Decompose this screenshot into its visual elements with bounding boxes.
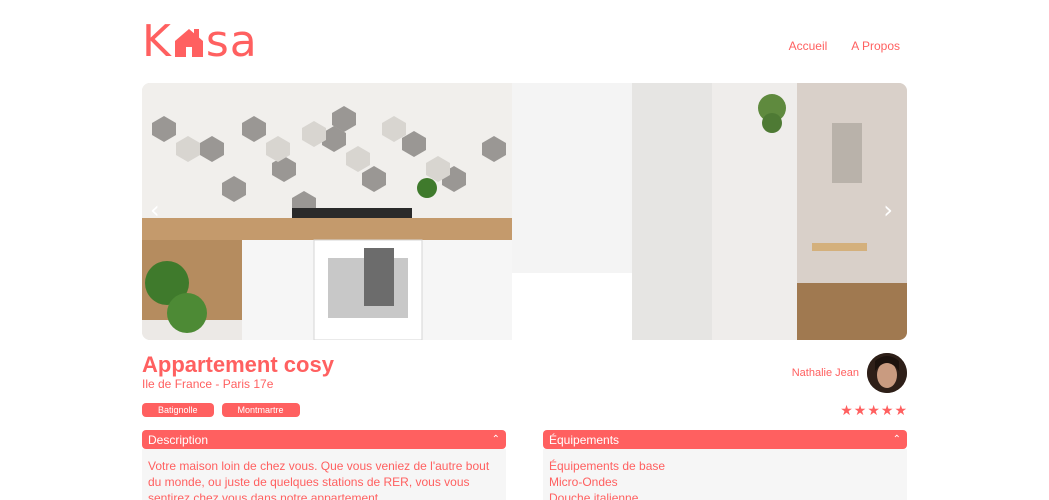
host-name: Nathalie Jean	[791, 367, 859, 379]
chevron-up-icon[interactable]: ⌃	[893, 434, 901, 445]
logo-letters-sa: sa	[205, 16, 258, 67]
main-nav: Accueil A Propos	[789, 39, 900, 53]
chevron-right-icon[interactable]: ›	[883, 198, 893, 222]
equipment-header[interactable]: Équipements ⌃	[543, 430, 907, 449]
slide-counter: 3/5	[517, 317, 532, 328]
avatar	[867, 353, 907, 393]
house-icon	[174, 29, 203, 57]
chevron-up-icon[interactable]: ⌃	[492, 434, 500, 445]
description-header[interactable]: Description ⌃	[142, 430, 506, 449]
tag-list: Batignolle Montmartre	[142, 403, 300, 417]
list-item: Douche italienne	[549, 491, 639, 500]
star-icon: ★	[840, 402, 853, 418]
equipment-collapse: Équipements ⌃ Équipements de base Micro-…	[543, 430, 907, 500]
description-collapse: Description ⌃ Votre maison loin de chez …	[142, 430, 506, 500]
description-title: Description	[148, 432, 209, 447]
list-item: Équipements de base	[549, 459, 666, 473]
star-icon: ★	[894, 402, 907, 418]
listing-title: Appartement cosy	[142, 352, 334, 377]
host-info: Nathalie Jean	[792, 353, 907, 393]
apartment-photo	[142, 83, 907, 340]
logo-letter-k: K	[142, 16, 172, 67]
tag: Batignolle	[142, 403, 214, 417]
chevron-left-icon[interactable]: ‹	[150, 198, 160, 222]
star-icon: ★	[853, 402, 867, 418]
star-icon: ★	[880, 402, 894, 418]
nav-link-about[interactable]: A Propos	[851, 39, 900, 53]
listing-location: Ile de France - Paris 17e	[142, 377, 274, 391]
star-icon: ★	[867, 402, 880, 418]
equipment-body: Équipements de base Micro-Ondes Douche i…	[543, 449, 907, 500]
kasa-logo[interactable]: K sa	[142, 20, 258, 64]
list-item: Micro-Ondes	[549, 475, 618, 489]
rating-stars: ★ ★ ★ ★ ★	[840, 403, 907, 417]
description-text: Votre maison loin de chez vous. Que vous…	[148, 459, 490, 500]
equipment-list: Équipements de base Micro-Ondes Douche i…	[549, 458, 901, 500]
photo-gallery: ‹ › 3/5	[142, 83, 907, 340]
description-body: Votre maison loin de chez vous. Que vous…	[142, 449, 506, 500]
equipment-title: Équipements	[549, 432, 620, 447]
tag: Montmartre	[221, 403, 300, 417]
nav-link-home[interactable]: Accueil	[789, 39, 828, 53]
